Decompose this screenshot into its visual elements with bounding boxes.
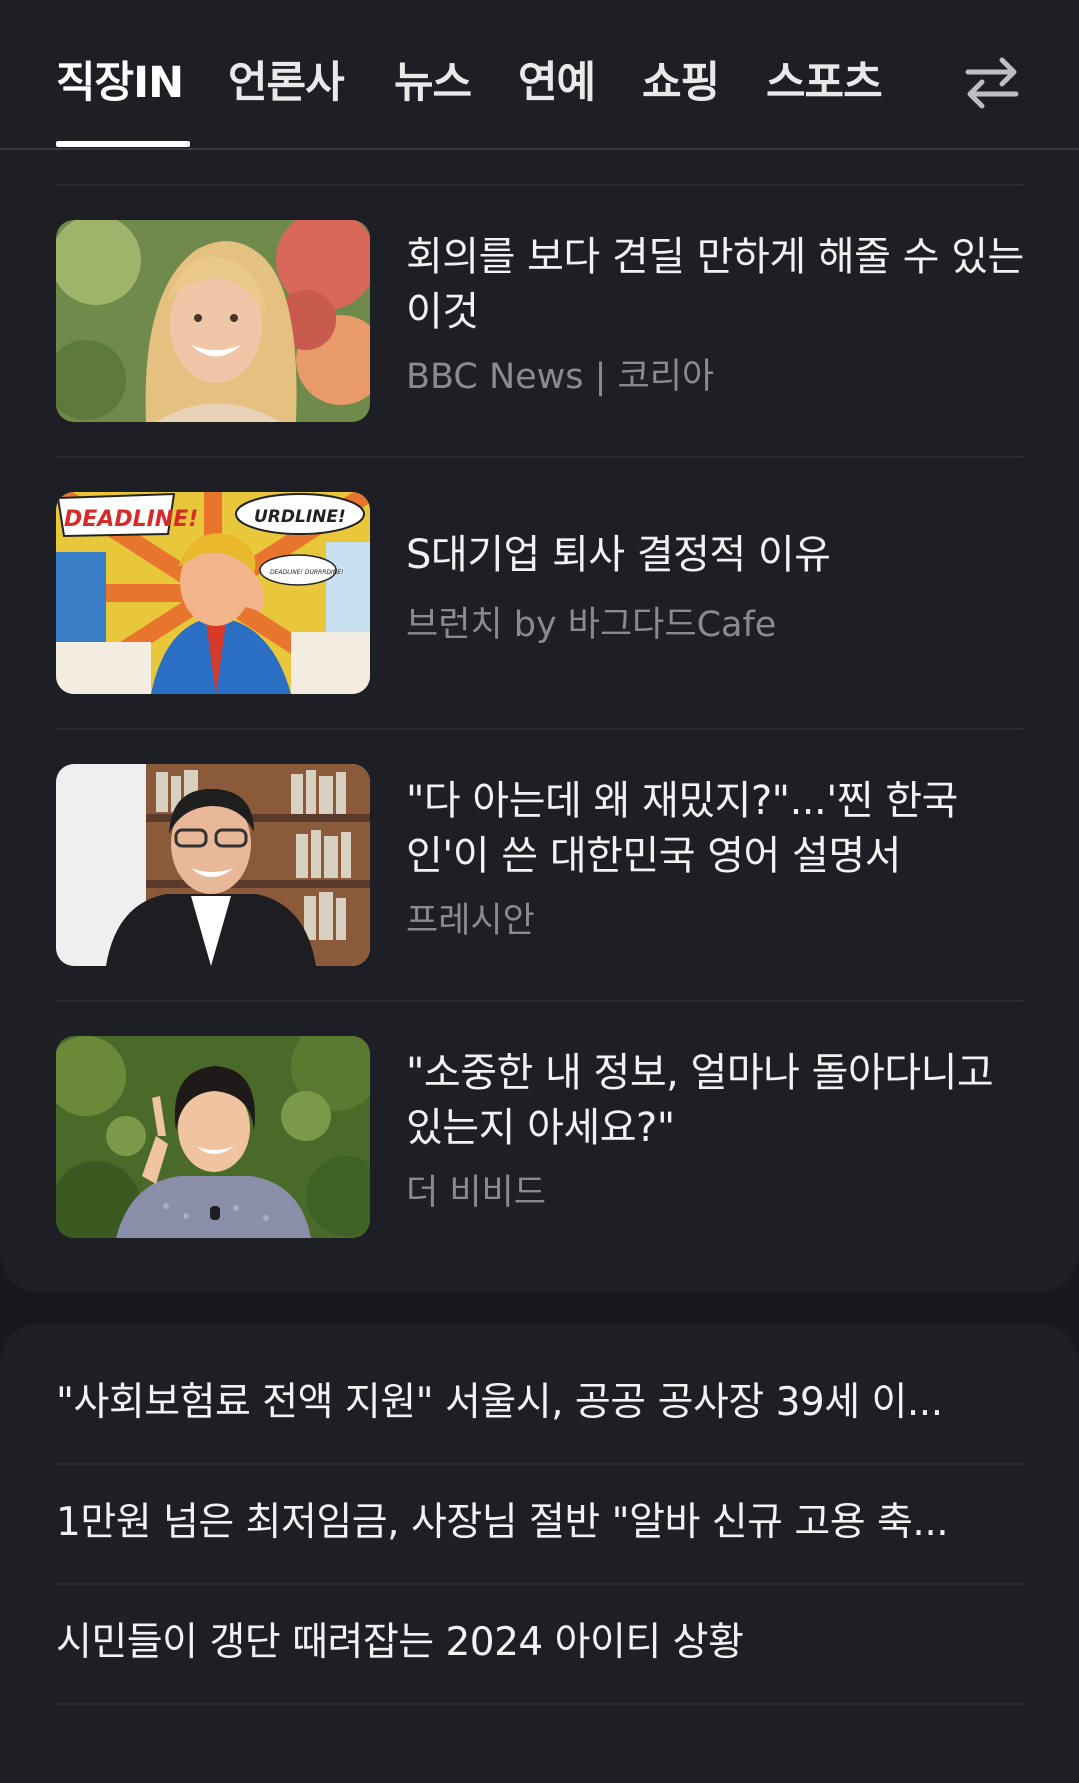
divider: [56, 1000, 1023, 1002]
comic-text-right: URDLINE!: [254, 507, 346, 527]
divider: [56, 728, 1023, 730]
comic-text-left: DEADLINE!: [64, 507, 198, 532]
tab-news[interactable]: 뉴스: [394, 48, 472, 110]
article-title[interactable]: 회의를 보다 견딜 만하게 해줄 수 있는 이것: [406, 230, 1026, 340]
divider: [56, 1463, 1023, 1465]
article-title[interactable]: "소중한 내 정보, 얼마나 돌아다니고 있는지 아세요?": [406, 1046, 1026, 1156]
headline-item-1[interactable]: "사회보험료 전액 지원" 서울시, 공공 공사장 39세 이...: [56, 1371, 1016, 1427]
divider: [56, 1583, 1023, 1585]
tab-press[interactable]: 언론사: [228, 48, 345, 110]
article-thumbnail: [56, 220, 370, 422]
tab-jikjang-in[interactable]: 직장IN: [56, 48, 184, 110]
tab-shopping[interactable]: 쇼핑: [642, 48, 720, 110]
article-list-card: 회의를 보다 견딜 만하게 해줄 수 있는 이것 BBC News | 코리아: [0, 150, 1079, 1293]
article-source: 프레시안: [406, 901, 535, 941]
article-source: 더 비비드: [406, 1173, 546, 1213]
article-thumbnail: [56, 1036, 370, 1238]
headline-item-2[interactable]: 1만원 넘은 최저임금, 사장님 절반 "알바 신규 고용 축...: [56, 1491, 1016, 1547]
divider: [56, 184, 1023, 186]
headline-list-card: "사회보험료 전액 지원" 서울시, 공공 공사장 39세 이... 1만원 넘…: [0, 1323, 1079, 1783]
tab-entertainment[interactable]: 연예: [518, 48, 596, 110]
article-thumbnail: [56, 764, 370, 966]
comic-text-small: DEADLINE! DURRRDINE!: [270, 569, 343, 576]
active-tab-indicator: [56, 141, 190, 147]
article-item-4[interactable]: "소중한 내 정보, 얼마나 돌아다니고 있는지 아세요?" 더 비비드: [56, 1036, 1023, 1238]
divider: [56, 1703, 1023, 1705]
article-source: BBC News | 코리아: [406, 357, 715, 397]
article-thumbnail: DEADLINE! URDLINE! DEADLINE! DURRRDINE!: [56, 492, 370, 694]
article-title[interactable]: "다 아는데 왜 재밌지?"...'찐 한국인'이 쓴 대한민국 영어 설명서: [406, 774, 1026, 884]
article-item-1[interactable]: 회의를 보다 견딜 만하게 해줄 수 있는 이것 BBC News | 코리아: [56, 220, 1026, 422]
category-tab-bar: 직장IN 언론사 뉴스 연예 쇼핑 스포츠: [0, 0, 1079, 150]
tab-sports[interactable]: 스포츠: [766, 48, 883, 110]
article-source: 브런치 by 바그다드Cafe: [406, 605, 777, 645]
swap-arrows-icon[interactable]: [960, 50, 1024, 114]
article-item-3[interactable]: "다 아는데 왜 재밌지?"...'찐 한국인'이 쓴 대한민국 영어 설명서 …: [56, 764, 1023, 966]
article-item-2[interactable]: DEADLINE! URDLINE! DEADLINE! DURRRDINE! …: [56, 492, 1023, 694]
article-title[interactable]: S대기업 퇴사 결정적 이유: [406, 528, 1026, 583]
headline-item-3[interactable]: 시민들이 갱단 때려잡는 2024 아이티 상황: [56, 1611, 1016, 1667]
divider: [56, 456, 1023, 458]
